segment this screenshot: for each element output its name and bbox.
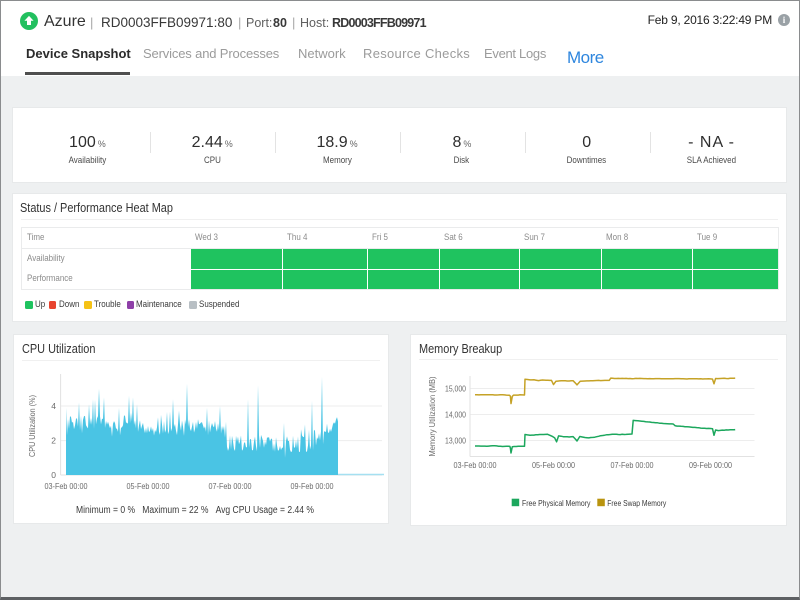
svg-text:09-Feb 00:00: 09-Feb 00:00 <box>291 481 334 491</box>
svg-text:2: 2 <box>51 436 56 446</box>
svg-text:13,000: 13,000 <box>445 436 466 446</box>
svg-text:Memory Utilization (MB): Memory Utilization (MB) <box>427 376 437 456</box>
svg-text:0: 0 <box>51 470 56 480</box>
svg-text:07-Feb 00:00: 07-Feb 00:00 <box>209 481 252 491</box>
svg-text:05-Feb 00:00: 05-Feb 00:00 <box>532 460 575 470</box>
svg-text:15,000: 15,000 <box>445 384 466 394</box>
svg-text:14,000: 14,000 <box>445 410 466 420</box>
svg-text:4: 4 <box>51 401 56 411</box>
svg-text:03-Feb 00:00: 03-Feb 00:00 <box>45 481 88 491</box>
svg-text:CPU Utilization (%): CPU Utilization (%) <box>27 395 37 457</box>
svg-text:Free Physical Memory: Free Physical Memory <box>522 498 591 508</box>
svg-text:03-Feb 00:00: 03-Feb 00:00 <box>454 460 497 470</box>
svg-text:09-Feb 00:00: 09-Feb 00:00 <box>689 460 732 470</box>
svg-text:05-Feb 00:00: 05-Feb 00:00 <box>127 481 170 491</box>
svg-text:07-Feb 00:00: 07-Feb 00:00 <box>611 460 654 470</box>
svg-text:Minimum = 0 % Maximum = 22 %: Minimum = 0 % Maximum = 22 % Avg CPU Usa… <box>76 505 314 516</box>
svg-text:Free Swap Memory: Free Swap Memory <box>607 498 667 508</box>
